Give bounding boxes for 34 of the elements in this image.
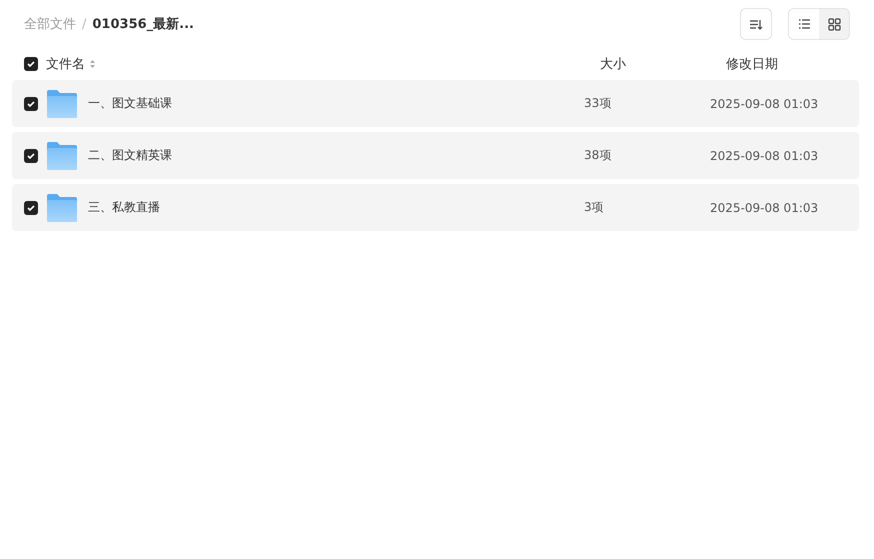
modified-date: 2025-09-08 01:03	[710, 96, 818, 110]
check-icon	[26, 98, 36, 108]
file-name[interactable]: 三、私教直播	[88, 199, 160, 216]
checkbox[interactable]	[24, 200, 38, 214]
file-row[interactable]: 三、私教直播 3项 2025-09-08 01:03	[12, 184, 859, 231]
file-row[interactable]: 一、图文基础课 33项 2025-09-08 01:03	[12, 80, 859, 127]
folder-icon	[47, 194, 77, 222]
modified-date: 2025-09-08 01:03	[710, 148, 818, 162]
column-header[interactable]: 大小	[600, 55, 726, 73]
breadcrumb-separator: /	[82, 16, 86, 32]
item-count: 38项	[584, 148, 612, 162]
item-count: 3项	[584, 200, 604, 214]
modified-date: 2025-09-08 01:03	[710, 200, 818, 214]
check-icon	[26, 150, 36, 160]
sort-button[interactable]	[740, 8, 772, 40]
column-header[interactable]: 文件名	[46, 55, 85, 73]
checkbox[interactable]	[24, 96, 38, 110]
file-name[interactable]: 二、图文精英课	[88, 147, 172, 164]
folder-icon	[47, 90, 77, 118]
breadcrumb-item: 010356_最新...	[92, 16, 194, 33]
file-row[interactable]: 二、图文精英课 38项 2025-09-08 01:03	[12, 132, 859, 179]
sort-icon	[89, 59, 96, 69]
checkbox[interactable]	[24, 148, 38, 162]
list-view-button[interactable]	[789, 9, 819, 39]
grid-icon	[828, 18, 840, 30]
column-header[interactable]: 修改日期	[726, 55, 778, 73]
checkbox[interactable]	[24, 57, 38, 71]
check-icon	[26, 59, 36, 69]
sort-icon	[749, 18, 763, 30]
item-count: 33项	[584, 96, 612, 110]
list-icon	[798, 18, 810, 30]
folder-icon	[47, 142, 77, 170]
file-name[interactable]: 一、图文基础课	[88, 95, 172, 112]
check-icon	[26, 202, 36, 212]
